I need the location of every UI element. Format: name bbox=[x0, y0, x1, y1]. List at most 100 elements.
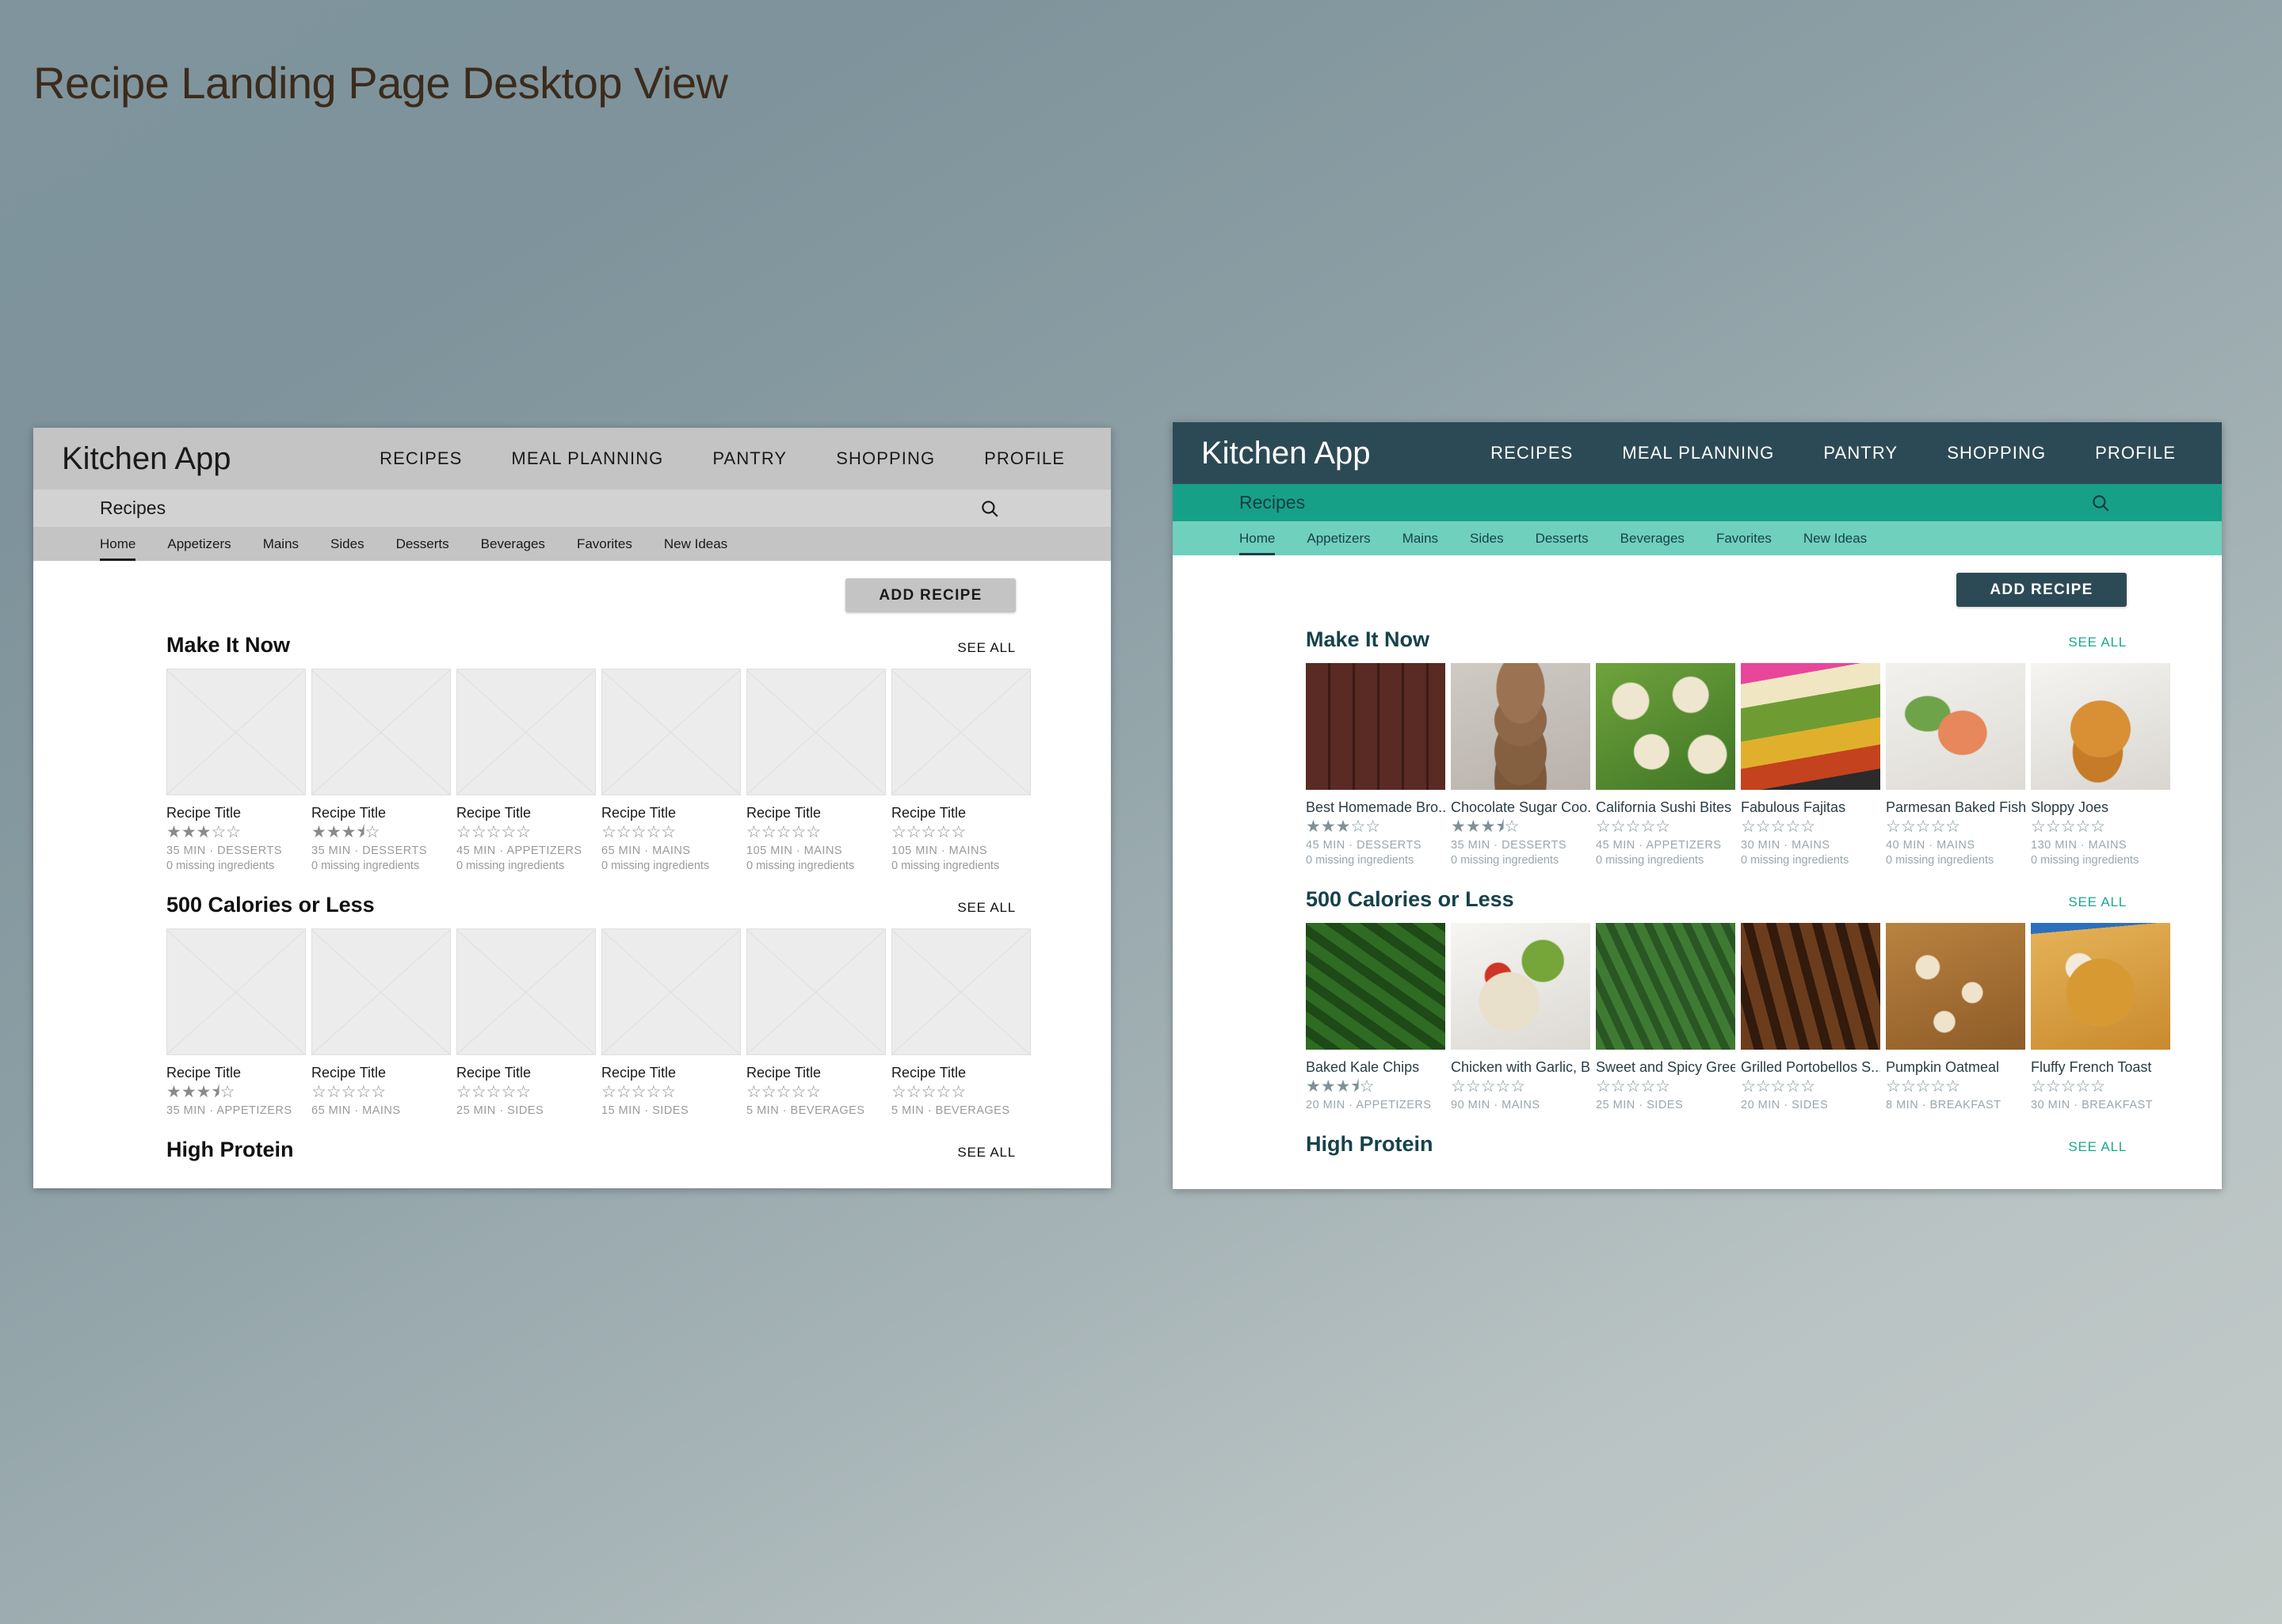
tab-desserts[interactable]: Desserts bbox=[396, 536, 449, 561]
nav-item-profile[interactable]: PROFILE bbox=[2095, 443, 2176, 463]
recipe-card[interactable]: Recipe Title ★★★⯨☆ 35 MIN · DESSERTS 0 miss… bbox=[311, 669, 451, 872]
missing-ingredients: 0 missing ingredients bbox=[1451, 854, 1559, 867]
tab-sides[interactable]: Sides bbox=[1470, 531, 1504, 555]
recipe-image-placeholder[interactable] bbox=[456, 928, 596, 1055]
tab-appetizers[interactable]: Appetizers bbox=[167, 536, 231, 561]
tab-mains[interactable]: Mains bbox=[1402, 531, 1438, 555]
recipe-image-placeholder[interactable] bbox=[311, 669, 451, 795]
tab-beverages[interactable]: Beverages bbox=[481, 536, 545, 561]
recipe-meta: 45 MIN · DESSERTS bbox=[1306, 839, 1422, 852]
nav-item-recipes[interactable]: RECIPES bbox=[380, 448, 462, 469]
nav-item-shopping[interactable]: SHOPPING bbox=[836, 448, 935, 469]
recipe-card[interactable]: Baked Kale Chips ★★★⯨☆ 20 MIN · APPETIZERS bbox=[1306, 923, 1445, 1111]
tab-mains[interactable]: Mains bbox=[263, 536, 299, 561]
tab-beverages[interactable]: Beverages bbox=[1620, 531, 1685, 555]
search-icon[interactable] bbox=[2090, 493, 2111, 513]
recipe-title: California Sushi Bites bbox=[1596, 799, 1732, 815]
recipe-photo[interactable] bbox=[2031, 923, 2170, 1050]
recipe-card[interactable]: Chicken with Garlic, B... ☆☆☆☆☆ 90 MIN · M… bbox=[1451, 923, 1590, 1111]
recipe-card[interactable]: Fabulous Fajitas ☆☆☆☆☆ 30 MIN · MAINS 0 mis… bbox=[1741, 663, 1880, 867]
recipe-card[interactable]: Recipe Title ☆☆☆☆☆ 105 MIN · MAINS 0 missin… bbox=[891, 669, 1031, 872]
recipe-image-placeholder[interactable] bbox=[891, 928, 1031, 1055]
recipe-image-placeholder[interactable] bbox=[311, 928, 451, 1055]
recipe-image-placeholder[interactable] bbox=[166, 669, 306, 795]
tab-desserts[interactable]: Desserts bbox=[1536, 531, 1589, 555]
recipe-card[interactable]: Sloppy Joes ☆☆☆☆☆ 130 MIN · MAINS 0 missing… bbox=[2031, 663, 2170, 867]
recipe-card[interactable]: Fluffy French Toast ☆☆☆☆☆ 30 MIN · BREAKFA… bbox=[2031, 923, 2170, 1111]
panel-content: ADD RECIPE Make It Now SEE ALL Best Home… bbox=[1173, 555, 2222, 1189]
nav-item-profile[interactable]: PROFILE bbox=[984, 448, 1065, 469]
recipe-photo[interactable] bbox=[2031, 663, 2170, 790]
recipe-photo[interactable] bbox=[1596, 663, 1735, 790]
recipe-title: Fabulous Fajitas bbox=[1741, 799, 1846, 815]
recipe-card[interactable]: Grilled Portobellos S... ☆☆☆☆☆ 20 MIN · SI… bbox=[1741, 923, 1880, 1111]
recipe-card[interactable]: Best Homemade Bro... ★★★☆☆ 45 MIN · DESSER… bbox=[1306, 663, 1445, 867]
nav-item-pantry[interactable]: PANTRY bbox=[1823, 443, 1898, 463]
nav-item-pantry[interactable]: PANTRY bbox=[712, 448, 787, 469]
recipe-meta: 30 MIN · BREAKFAST bbox=[2031, 1099, 2154, 1111]
recipe-photo[interactable] bbox=[1451, 663, 1590, 790]
recipe-card[interactable]: Recipe Title ☆☆☆☆☆ 65 MIN · MAINS 0 missing… bbox=[601, 669, 741, 872]
nav-item-recipes[interactable]: RECIPES bbox=[1490, 443, 1573, 463]
recipe-photo[interactable] bbox=[1596, 923, 1735, 1050]
recipe-image-placeholder[interactable] bbox=[746, 928, 886, 1055]
recipe-image-placeholder[interactable] bbox=[746, 669, 886, 795]
missing-ingredients: 0 missing ingredients bbox=[1306, 854, 1414, 867]
star-rating: ★★★⯨☆ bbox=[166, 1083, 235, 1101]
see-all-link[interactable]: SEE ALL bbox=[957, 900, 1016, 916]
recipe-image-placeholder[interactable] bbox=[601, 669, 741, 795]
recipe-card[interactable]: Sweet and Spicy Gree... ☆☆☆☆☆ 25 MIN · SID… bbox=[1596, 923, 1735, 1111]
recipe-card[interactable]: Chocolate Sugar Coo... ★★★⯨☆ 35 MIN · DESS… bbox=[1451, 663, 1590, 867]
nav-item-meal-planning[interactable]: MEAL PLANNING bbox=[511, 448, 663, 469]
tab-favorites[interactable]: Favorites bbox=[1716, 531, 1772, 555]
see-all-link[interactable]: SEE ALL bbox=[2068, 635, 2127, 650]
tab-new-ideas[interactable]: New Ideas bbox=[664, 536, 727, 561]
tab-new-ideas[interactable]: New Ideas bbox=[1803, 531, 1867, 555]
recipe-title: Recipe Title bbox=[456, 1065, 532, 1081]
section-title: 500 Calories or Less bbox=[1306, 887, 1514, 911]
recipe-photo[interactable] bbox=[1306, 923, 1445, 1050]
section-title: High Protein bbox=[166, 1138, 294, 1161]
recipe-card[interactable]: Pumpkin Oatmeal ☆☆☆☆☆ 8 MIN · BREAKFAST bbox=[1886, 923, 2025, 1111]
nav-item-shopping[interactable]: SHOPPING bbox=[1947, 443, 2046, 463]
see-all-link[interactable]: SEE ALL bbox=[957, 640, 1016, 656]
recipe-card[interactable]: Recipe Title ☆☆☆☆☆ 65 MIN · MAINS bbox=[311, 928, 451, 1117]
see-all-link[interactable]: SEE ALL bbox=[2068, 1139, 2127, 1155]
recipe-photo[interactable] bbox=[1306, 663, 1445, 790]
recipe-card[interactable]: Recipe Title ☆☆☆☆☆ 5 MIN · BEVERAGES bbox=[891, 928, 1031, 1117]
recipe-image-placeholder[interactable] bbox=[891, 669, 1031, 795]
search-icon[interactable] bbox=[979, 498, 1000, 519]
main-nav: RECIPES MEAL PLANNING PANTRY SHOPPING PR… bbox=[1441, 443, 2222, 463]
see-all-link[interactable]: SEE ALL bbox=[957, 1145, 1016, 1161]
recipe-image-placeholder[interactable] bbox=[601, 928, 741, 1055]
recipe-card[interactable]: Parmesan Baked Fish ☆☆☆☆☆ 40 MIN · MAINS 0 … bbox=[1886, 663, 2025, 867]
nav-item-meal-planning[interactable]: MEAL PLANNING bbox=[1622, 443, 1774, 463]
tab-favorites[interactable]: Favorites bbox=[577, 536, 632, 561]
recipe-photo[interactable] bbox=[1741, 663, 1880, 790]
tab-home[interactable]: Home bbox=[100, 536, 136, 561]
recipe-card[interactable]: Recipe Title ☆☆☆☆☆ 25 MIN · SIDES bbox=[456, 928, 596, 1117]
recipe-card[interactable]: Recipe Title ★★★⯨☆ 35 MIN · APPETIZERS bbox=[166, 928, 306, 1117]
recipe-card[interactable]: Recipe Title ★★★☆☆ 35 MIN · DESSERTS 0 miss… bbox=[166, 669, 306, 872]
add-recipe-button[interactable]: ADD RECIPE bbox=[1956, 573, 2127, 607]
recipe-card[interactable]: Recipe Title ☆☆☆☆☆ 105 MIN · MAINS 0 missin… bbox=[746, 669, 886, 872]
recipe-photo[interactable] bbox=[1741, 923, 1880, 1050]
section-title: 500 Calories or Less bbox=[166, 893, 375, 917]
section-header-make-it-now: Make It Now SEE ALL bbox=[1173, 607, 2222, 652]
recipe-meta: 40 MIN · MAINS bbox=[1886, 839, 1975, 852]
tab-home[interactable]: Home bbox=[1239, 531, 1276, 555]
recipe-photo[interactable] bbox=[1451, 923, 1590, 1050]
add-recipe-button[interactable]: ADD RECIPE bbox=[845, 578, 1016, 612]
see-all-link[interactable]: SEE ALL bbox=[2068, 894, 2127, 910]
recipe-image-placeholder[interactable] bbox=[456, 669, 596, 795]
star-rating: ★★★⯨☆ bbox=[1451, 818, 1520, 836]
recipe-card[interactable]: Recipe Title ☆☆☆☆☆ 45 MIN · APPETIZERS 0 mi… bbox=[456, 669, 596, 872]
recipe-photo[interactable] bbox=[1886, 663, 2025, 790]
tab-appetizers[interactable]: Appetizers bbox=[1307, 531, 1370, 555]
recipe-photo[interactable] bbox=[1886, 923, 2025, 1050]
recipe-card[interactable]: California Sushi Bites ☆☆☆☆☆ 45 MIN · APPE… bbox=[1596, 663, 1735, 867]
recipe-image-placeholder[interactable] bbox=[166, 928, 306, 1055]
recipe-card[interactable]: Recipe Title ☆☆☆☆☆ 5 MIN · BEVERAGES bbox=[746, 928, 886, 1117]
recipe-card[interactable]: Recipe Title ☆☆☆☆☆ 15 MIN · SIDES bbox=[601, 928, 741, 1117]
tab-sides[interactable]: Sides bbox=[330, 536, 364, 561]
